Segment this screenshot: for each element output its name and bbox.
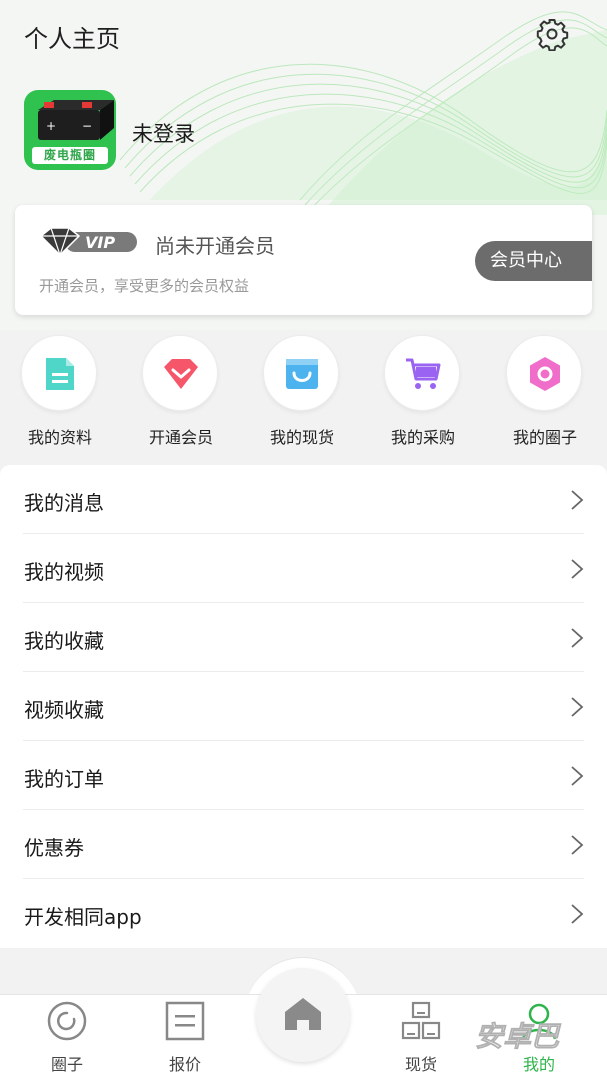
menu-item-label: 优惠券 (24, 836, 84, 860)
tab-quote[interactable]: 报价 (125, 995, 245, 1080)
quick-my-purchase[interactable]: 我的采购 (363, 330, 483, 455)
top-bar: 个人主页 (0, 0, 607, 70)
chevron-right-icon (571, 904, 584, 924)
svg-text:−: − (82, 119, 92, 133)
vip-diamond-badge-icon: VIP (39, 225, 139, 259)
menu-item-favorites[interactable]: 我的收藏 (23, 603, 584, 672)
chevron-right-icon (571, 490, 584, 510)
quick-label: 我的采购 (390, 428, 455, 447)
menu-item-label: 我的视频 (24, 560, 104, 584)
menu-item-label: 我的订单 (24, 767, 104, 791)
watermark-text: 安卓巴 (475, 1020, 562, 1053)
vip-badge-text: VIP (85, 233, 115, 252)
document-icon (46, 358, 74, 390)
tab-label: 圈子 (50, 1055, 83, 1074)
menu-item-coupons[interactable]: 优惠券 (23, 810, 584, 879)
boxes-icon (401, 1001, 441, 1040)
quick-my-circle[interactable]: 我的圈子 (485, 330, 605, 455)
quick-open-membership[interactable]: 开通会员 (121, 330, 241, 455)
chevron-right-icon (571, 628, 584, 648)
menu-item-videos[interactable]: 我的视频 (23, 534, 584, 603)
circle-refresh-icon (47, 1001, 87, 1041)
diamond-icon (164, 359, 198, 389)
tab-home[interactable] (256, 968, 350, 1062)
menu-list: 我的消息 我的视频 我的收藏 视频收藏 我的订单 优惠券 开发相同app (0, 465, 607, 948)
menu-item-messages[interactable]: 我的消息 (23, 465, 584, 534)
app-logo: + − 废电瓶圈 (24, 90, 116, 170)
quick-label: 开通会员 (148, 428, 213, 447)
login-status[interactable]: 未登录 (132, 118, 195, 148)
chevron-right-icon (571, 559, 584, 579)
menu-item-label: 我的收藏 (24, 629, 104, 653)
quick-label: 我的圈子 (512, 428, 577, 447)
vip-description: 开通会员，享受更多的会员权益 (39, 277, 250, 295)
quick-my-profile[interactable]: 我的资料 (0, 330, 120, 455)
menu-item-orders[interactable]: 我的订单 (23, 741, 584, 810)
chevron-right-icon (571, 697, 584, 717)
menu-item-video-favorites[interactable]: 视频收藏 (23, 672, 584, 741)
menu-item-label: 我的消息 (24, 491, 104, 515)
chevron-right-icon (571, 766, 584, 786)
chevron-right-icon (571, 835, 584, 855)
page-title: 个人主页 (24, 25, 120, 53)
member-center-button[interactable]: 会员中心 (475, 241, 592, 281)
quick-label: 我的资料 (27, 428, 92, 447)
quick-label: 我的现货 (269, 428, 334, 447)
svg-text:+: + (46, 119, 56, 133)
logo-caption: 废电瓶圈 (32, 147, 108, 164)
menu-item-label: 开发相同app (24, 905, 142, 929)
hexagon-icon (530, 357, 560, 391)
menu-item-label: 视频收藏 (24, 698, 104, 722)
vip-title: 尚未开通会员 (155, 234, 275, 258)
tab-stock[interactable]: 现货 (361, 995, 481, 1080)
quick-actions: 我的资料 开通会员 我的现货 我的采购 我的圈子 (0, 330, 607, 455)
cart-icon (406, 358, 441, 389)
tab-label: 报价 (168, 1055, 201, 1074)
quote-list-icon (165, 1001, 205, 1041)
tab-circle[interactable]: 圈子 (7, 995, 127, 1080)
menu-item-develop-same-app[interactable]: 开发相同app (23, 879, 584, 948)
vip-card[interactable]: VIP 尚未开通会员 开通会员，享受更多的会员权益 会员中心 (15, 205, 592, 315)
watermark-logo: 安卓巴 (473, 1016, 583, 1056)
settings-gear-icon[interactable] (535, 17, 569, 52)
quick-my-stock[interactable]: 我的现货 (242, 330, 362, 455)
home-icon (285, 998, 321, 1030)
shopping-bag-icon (286, 359, 318, 389)
tab-label: 现货 (404, 1055, 437, 1074)
